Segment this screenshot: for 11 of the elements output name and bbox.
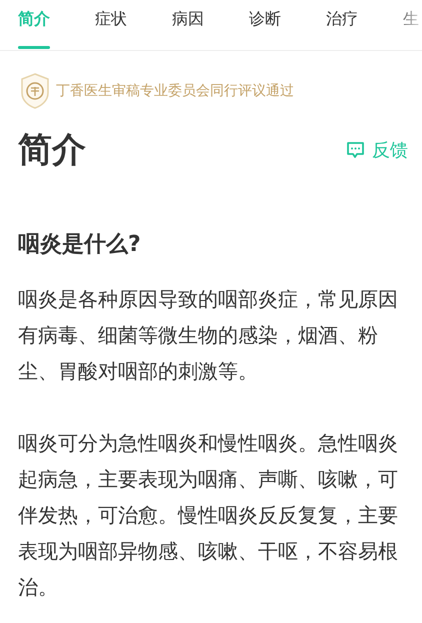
section-heading: 咽炎是什么? — [18, 231, 142, 259]
tab[interactable]: 治疗 — [326, 0, 403, 50]
tab[interactable]: 病因 — [172, 0, 249, 50]
paragraph: 咽炎是各种原因导致的咽部炎症，常见原因有病毒、细菌等微生物的感染，烟酒、粉尘、胃酸对咽部的刺激等。 — [18, 286, 399, 385]
paragraph: 咽炎可分为急性咽炎和慢性咽炎。急性咽炎起病急，主要表现为咽痛、声嘶、咳嗽，可伴发热，可治愈。慢性咽炎反反复复，主要表现为咽部异物感、咳嗽、干呕，不容易根治。 — [18, 430, 399, 601]
tab[interactable]: 症状 — [95, 0, 172, 50]
page-title: 简介 — [18, 129, 86, 172]
comment-icon — [346, 140, 365, 160]
tab[interactable]: 诊断 — [249, 0, 326, 50]
shield-icon — [20, 73, 50, 109]
review-note: 丁香医生审稿专业委员会同行评议通过 — [56, 82, 294, 100]
